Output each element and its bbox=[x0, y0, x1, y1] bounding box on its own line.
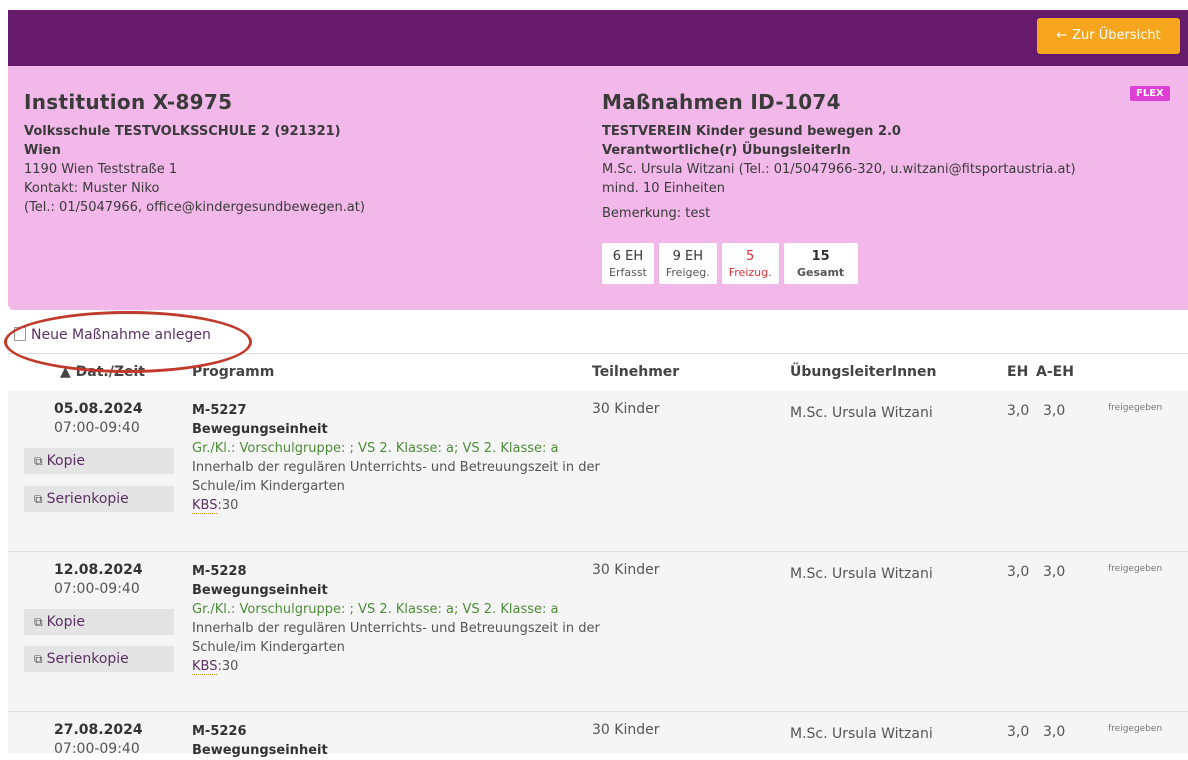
row-date: 27.08.2024 bbox=[54, 722, 143, 738]
col-participants-header[interactable]: Teilnehmer bbox=[592, 364, 679, 380]
series-copy-button[interactable]: ⧉ Serienkopie bbox=[24, 486, 174, 512]
stat-label: Gesamt bbox=[797, 266, 845, 279]
measure-remark: Bemerkung: test bbox=[602, 206, 711, 221]
row-program: M-5227 Bewegungseinheit Gr./Kl.: Vorschu… bbox=[192, 401, 602, 515]
series-copy-icon: ⧉ bbox=[34, 492, 43, 506]
kbs-value: :30 bbox=[217, 659, 239, 674]
col-program-header[interactable]: Programm bbox=[192, 364, 274, 380]
new-measure-label: Neue Maßnahme anlegen bbox=[31, 327, 211, 343]
back-button-label: Zur Übersicht bbox=[1072, 28, 1161, 43]
row-status: freigegeben bbox=[1108, 564, 1163, 574]
kbs-value: :30 bbox=[217, 498, 239, 513]
row-participants: 30 Kinder bbox=[592, 401, 660, 417]
col-trainers-header[interactable]: ÜbungsleiterInnen bbox=[790, 364, 936, 380]
stat-freizug: 5 Freizug. bbox=[721, 243, 779, 284]
flex-badge: FLEX bbox=[1130, 86, 1170, 101]
series-copy-button[interactable]: ⧉ Serienkopie bbox=[24, 646, 174, 672]
row-trainer: M.Sc. Ursula Witzani bbox=[790, 566, 933, 582]
program-description: Innerhalb der regulären Unterrichts- und… bbox=[192, 621, 600, 655]
row-status: freigegeben bbox=[1108, 724, 1163, 734]
row-eh: 3,0 bbox=[1007, 564, 1030, 580]
row-time: 07:00-09:40 bbox=[54, 581, 140, 597]
measure-trainer-details: M.Sc. Ursula Witzani (Tel.: 01/5047966-3… bbox=[602, 162, 1076, 177]
row-aeh: 3,0 bbox=[1043, 403, 1066, 419]
stat-gesamt: 15 Gesamt bbox=[783, 243, 858, 284]
stat-value: 6 EH bbox=[612, 249, 644, 264]
program-code: M-5228 bbox=[192, 564, 247, 579]
stat-value: 5 bbox=[746, 249, 755, 264]
kbs-abbr: KBS bbox=[192, 659, 218, 675]
series-copy-icon: ⧉ bbox=[34, 652, 43, 666]
row-eh: 3,0 bbox=[1007, 403, 1030, 419]
copy-label: Kopie bbox=[46, 614, 86, 630]
new-measure-link[interactable]: Neue Maßnahme anlegen bbox=[14, 327, 211, 343]
info-panel: Institution X-8975 Volksschule TESTVOLKS… bbox=[8, 66, 1188, 310]
stat-freigegeben: 9 EH Freigeg. bbox=[658, 243, 717, 284]
measure-title: Maßnahmen ID-1074 bbox=[602, 90, 841, 114]
back-to-overview-button[interactable]: ← Zur Übersicht bbox=[1037, 18, 1180, 54]
copy-button[interactable]: ⧉ Kopie bbox=[24, 448, 174, 474]
table-header: ▲ Dat./Zeit Programm Teilnehmer Übungsle… bbox=[8, 353, 1188, 393]
program-code: M-5227 bbox=[192, 403, 247, 418]
row-participants: 30 Kinder bbox=[592, 722, 660, 738]
document-icon bbox=[14, 327, 26, 341]
stat-erfasst: 6 EH Erfasst bbox=[602, 243, 654, 284]
institution-region: Wien bbox=[24, 143, 61, 158]
top-bar bbox=[8, 10, 1188, 66]
institution-school: Volksschule TESTVOLKSSCHULE 2 (921321) bbox=[24, 124, 341, 139]
institution-address: 1190 Wien Teststraße 1 bbox=[24, 162, 178, 177]
row-date: 05.08.2024 bbox=[54, 401, 143, 417]
copy-label: Kopie bbox=[46, 453, 86, 469]
program-description: Innerhalb der regulären Unterrichts- und… bbox=[192, 460, 600, 494]
col-eh-header[interactable]: EH bbox=[1007, 364, 1028, 380]
row-aeh: 3,0 bbox=[1043, 564, 1066, 580]
program-kbs: KBS:30 bbox=[192, 657, 602, 676]
stat-label: Freigeg. bbox=[665, 266, 710, 279]
series-copy-label: Serienkopie bbox=[46, 651, 129, 667]
program-groups: Gr./Kl.: Vorschulgruppe: ; VS 2. Klasse:… bbox=[192, 441, 559, 456]
row-status: freigegeben bbox=[1108, 403, 1163, 413]
institution-contact: Kontakt: Muster Niko bbox=[24, 181, 160, 196]
table-row[interactable]: 12.08.2024 07:00-09:40 ⧉ Kopie ⧉ Serienkop… bbox=[8, 552, 1188, 712]
program-title: Bewegungseinheit bbox=[192, 422, 328, 437]
row-trainer: M.Sc. Ursula Witzani bbox=[790, 726, 933, 742]
stat-value: 15 bbox=[811, 249, 830, 264]
measure-min-units: mind. 10 Einheiten bbox=[602, 181, 725, 196]
program-groups: Gr./Kl.: Vorschulgruppe: ; VS 2. Klasse:… bbox=[192, 602, 559, 617]
program-title: Bewegungseinheit bbox=[192, 583, 328, 598]
program-title: Bewegungseinheit bbox=[192, 743, 328, 758]
measure-info: Maßnahmen ID-1074 TESTVEREIN Kinder gesu… bbox=[602, 90, 1172, 284]
row-time: 07:00-09:40 bbox=[54, 420, 140, 436]
measure-trainer-heading: Verantwortliche(r) ÜbungsleiterIn bbox=[602, 143, 851, 158]
table-row[interactable]: 05.08.2024 07:00-09:40 ⧉ Kopie ⧉ Serienkop… bbox=[8, 391, 1188, 552]
arrow-left-icon: ← bbox=[1056, 28, 1068, 43]
stat-value: 9 EH bbox=[672, 249, 704, 264]
copy-icon: ⧉ bbox=[34, 615, 43, 629]
row-time: 07:00-09:40 bbox=[54, 741, 140, 757]
stats-bar: 6 EH Erfasst 9 EH Freigeg. 5 Freizug. 15… bbox=[602, 243, 858, 284]
copy-button[interactable]: ⧉ Kopie bbox=[24, 609, 174, 635]
row-trainer: M.Sc. Ursula Witzani bbox=[790, 405, 933, 421]
copy-icon: ⧉ bbox=[34, 454, 43, 468]
institution-title: Institution X-8975 bbox=[24, 90, 233, 114]
kbs-abbr: KBS bbox=[192, 498, 218, 514]
stat-label: Erfasst bbox=[609, 266, 647, 279]
row-aeh: 3,0 bbox=[1043, 724, 1066, 740]
stat-label: Freizug. bbox=[728, 266, 772, 279]
row-participants: 30 Kinder bbox=[592, 562, 660, 578]
measure-association: TESTVEREIN Kinder gesund bewegen 2.0 bbox=[602, 124, 901, 139]
institution-info: Institution X-8975 Volksschule TESTVOLKS… bbox=[24, 90, 365, 217]
row-date: 12.08.2024 bbox=[54, 562, 143, 578]
row-eh: 3,0 bbox=[1007, 724, 1030, 740]
institution-contact-details: (Tel.: 01/5047966, office@kindergesundbe… bbox=[24, 200, 365, 215]
col-date-header[interactable]: ▲ Dat./Zeit bbox=[60, 364, 145, 380]
row-program: M-5228 Bewegungseinheit Gr./Kl.: Vorschu… bbox=[192, 562, 602, 676]
program-code: M-5226 bbox=[192, 724, 247, 739]
table-row[interactable]: 27.08.2024 07:00-09:40 M-5226 Bewegungse… bbox=[8, 712, 1188, 758]
series-copy-label: Serienkopie bbox=[46, 491, 129, 507]
program-kbs: KBS:30 bbox=[192, 496, 602, 515]
col-aeh-header[interactable]: A-EH bbox=[1036, 364, 1074, 380]
row-program: M-5226 Bewegungseinheit bbox=[192, 722, 602, 760]
